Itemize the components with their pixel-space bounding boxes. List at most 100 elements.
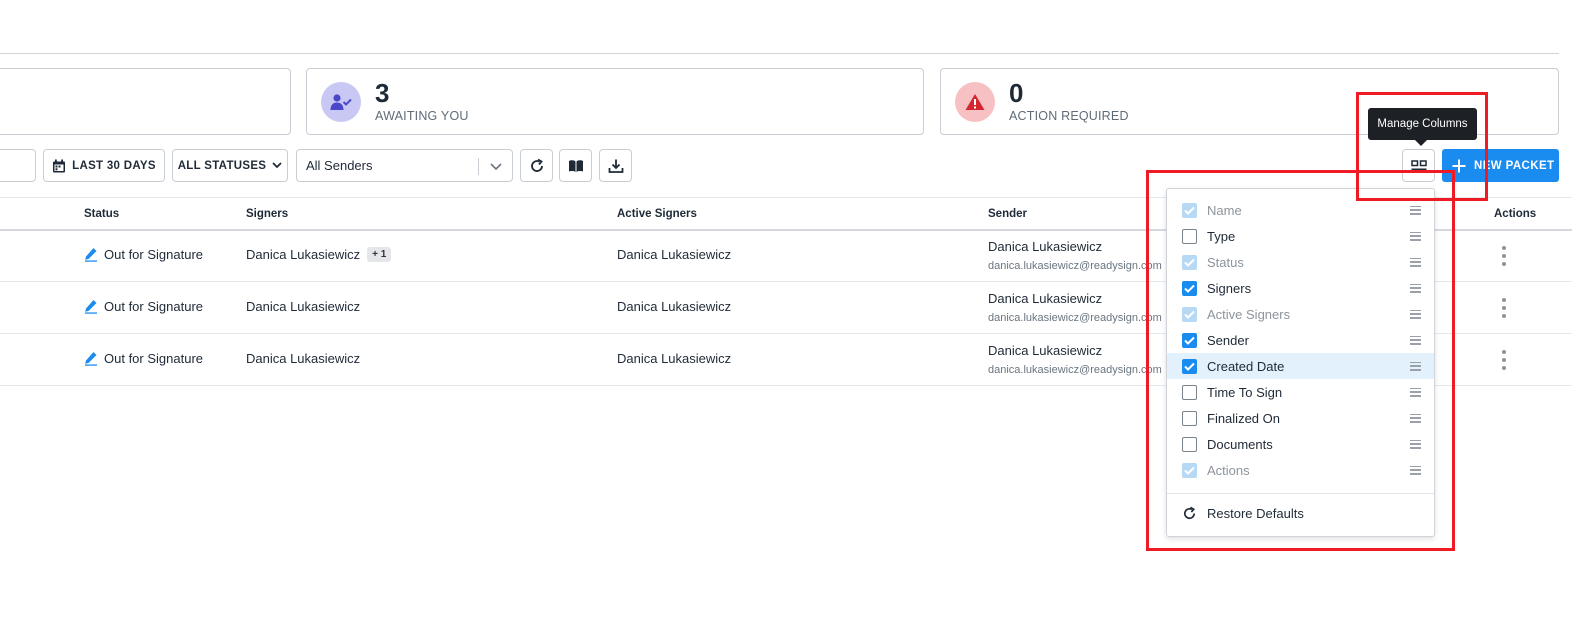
column-option-created-date[interactable]: Created Date — [1167, 353, 1434, 379]
status-text: Out for Signature — [104, 299, 203, 314]
status-cell: Out for Signature — [84, 299, 203, 314]
drag-handle-icon[interactable] — [1410, 205, 1421, 215]
column-option-label: Active Signers — [1207, 306, 1291, 322]
pen-icon — [85, 300, 97, 314]
manage-columns-button[interactable] — [1402, 149, 1435, 182]
drag-handle-icon[interactable] — [1410, 335, 1421, 345]
column-option-label: Status — [1207, 254, 1244, 270]
checkbox[interactable] — [1182, 332, 1197, 348]
tooltip-text: Manage Columns — [1377, 118, 1468, 130]
warning-icon — [955, 82, 995, 122]
checkbox — [1182, 254, 1197, 270]
drag-handle-icon[interactable] — [1410, 413, 1421, 423]
top-divider — [0, 53, 1559, 54]
manage-columns-menu: Name Type Status Signers Active Signers Sende… — [1166, 188, 1435, 537]
search-input[interactable] — [0, 149, 36, 182]
checkbox[interactable] — [1182, 280, 1197, 296]
drag-handle-icon[interactable] — [1410, 257, 1421, 267]
checkbox[interactable] — [1182, 384, 1197, 400]
column-option-signers[interactable]: Signers — [1167, 275, 1434, 301]
column-option-active-signers: Active Signers — [1167, 301, 1434, 327]
column-option-label: Time To Sign — [1207, 384, 1283, 400]
checkbox[interactable] — [1182, 228, 1197, 244]
book-icon — [568, 159, 583, 172]
drag-handle-icon[interactable] — [1410, 465, 1421, 475]
column-option-label: Actions — [1207, 462, 1250, 478]
column-option-label: Finalized On — [1207, 410, 1280, 426]
sender-name: Danica Lukasiewicz — [988, 343, 1103, 358]
drag-handle-icon[interactable] — [1410, 439, 1421, 449]
status-text: Out for Signature — [104, 247, 203, 262]
select-separator — [478, 158, 479, 175]
row-actions-icon[interactable] — [1500, 246, 1508, 266]
drag-handle-icon[interactable] — [1410, 309, 1421, 319]
signer-name: Danica Lukasiewicz — [246, 247, 361, 262]
active-signers-cell: Danica Lukasiewicz — [617, 247, 732, 262]
sender-name: Danica Lukasiewicz — [988, 291, 1103, 306]
columns-icon — [1410, 159, 1427, 170]
chevron-down-icon — [272, 162, 282, 169]
header-sender[interactable]: Sender — [988, 208, 1027, 220]
column-option-finalized-on[interactable]: Finalized On — [1167, 405, 1434, 431]
refresh-button[interactable] — [520, 149, 553, 182]
extra-signers-badge[interactable]: + 1 — [367, 247, 392, 262]
checkbox[interactable] — [1182, 410, 1197, 426]
column-option-time-to-sign[interactable]: Time To Sign — [1167, 379, 1434, 405]
column-option-label: Type — [1207, 228, 1236, 244]
signers-cell: Danica Lukasiewicz — [246, 299, 360, 314]
stat-card-partial[interactable] — [0, 68, 291, 135]
restore-defaults-label: Restore Defaults — [1207, 506, 1304, 521]
active-signers-cell: Danica Lukasiewicz — [617, 299, 732, 314]
awaiting-count: 3 — [375, 78, 390, 108]
header-active-signers[interactable]: Active Signers — [617, 208, 697, 220]
restore-defaults-button[interactable]: Restore Defaults — [1182, 506, 1304, 521]
active-signers-cell: Danica Lukasiewicz — [617, 351, 732, 366]
column-option-name: Name — [1167, 197, 1434, 223]
sender-email: danica.lukasiewicz@readysign.com — [988, 312, 1162, 324]
sender-select[interactable]: All Senders — [296, 149, 513, 182]
refresh-icon — [530, 158, 543, 172]
row-actions-icon[interactable] — [1500, 298, 1508, 318]
header-status[interactable]: Status — [84, 208, 119, 220]
new-packet-label: NEW PACKET — [1474, 159, 1555, 172]
drag-handle-icon[interactable] — [1410, 231, 1421, 241]
new-packet-button[interactable]: NEW PACKET — [1442, 149, 1559, 182]
column-option-label: Created Date — [1207, 358, 1285, 374]
column-option-status: Status — [1167, 249, 1434, 275]
download-button[interactable] — [599, 149, 632, 182]
guide-button[interactable] — [559, 149, 592, 182]
stat-card-awaiting-you[interactable]: 3 AWAITING YOU — [306, 68, 924, 135]
column-option-type[interactable]: Type — [1167, 223, 1434, 249]
checkbox[interactable] — [1182, 436, 1197, 452]
status-filter-label: ALL STATUSES — [177, 159, 267, 172]
date-range-button[interactable]: LAST 30 DAYS — [43, 149, 165, 182]
chevron-down-icon — [490, 163, 502, 171]
drag-handle-icon[interactable] — [1410, 283, 1421, 293]
drag-handle-icon[interactable] — [1410, 387, 1421, 397]
checkmark-icon — [1184, 362, 1195, 371]
column-option-sender[interactable]: Sender — [1167, 327, 1434, 353]
header-signers[interactable]: Signers — [246, 208, 288, 220]
sender-select-value: All Senders — [306, 158, 373, 173]
column-option-documents[interactable]: Documents — [1167, 431, 1434, 457]
checkmark-icon — [1184, 258, 1195, 267]
checkmark-icon — [1184, 466, 1195, 475]
checkmark-icon — [1184, 310, 1195, 319]
column-option-label: Name — [1207, 202, 1242, 218]
checkbox — [1182, 462, 1197, 478]
awaiting-label: AWAITING YOU — [375, 109, 469, 123]
calendar-icon — [53, 159, 66, 172]
header-actions: Actions — [1494, 208, 1537, 220]
drag-handle-icon[interactable] — [1410, 361, 1421, 371]
column-option-label: Documents — [1207, 436, 1273, 452]
refresh-icon — [1184, 506, 1196, 520]
plus-icon — [1452, 159, 1466, 172]
checkmark-icon — [1184, 206, 1195, 215]
row-actions-icon[interactable] — [1500, 350, 1508, 370]
status-filter-button[interactable]: ALL STATUSES — [172, 149, 288, 182]
checkbox[interactable] — [1182, 358, 1197, 374]
signers-cell: Danica Lukasiewicz — [246, 351, 360, 366]
action-required-count: 0 — [1009, 78, 1024, 108]
signer-name: Danica Lukasiewicz — [246, 299, 361, 314]
checkbox — [1182, 306, 1197, 322]
